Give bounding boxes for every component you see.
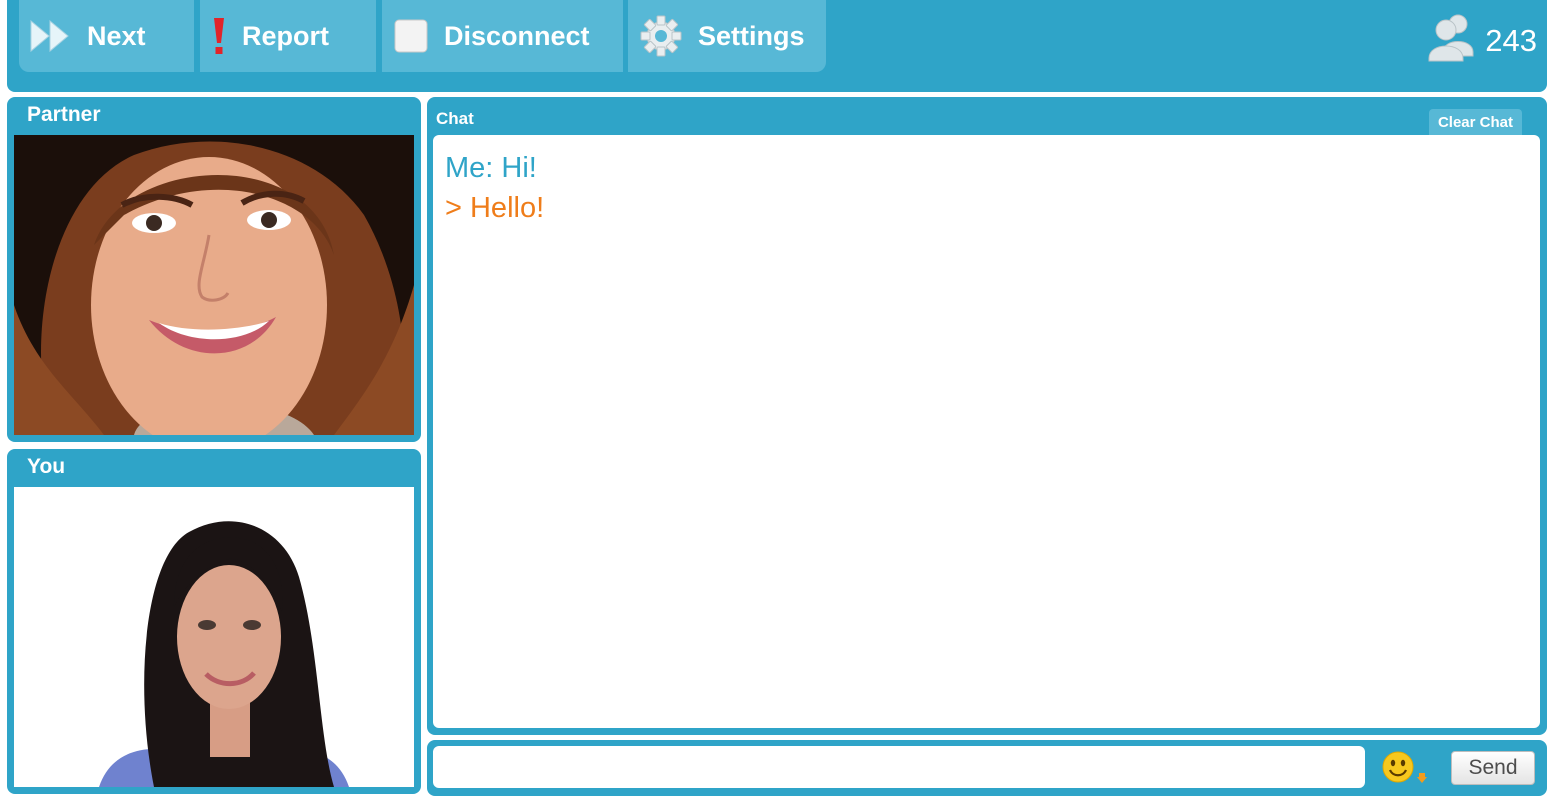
report-button[interactable]: Report [200, 0, 376, 72]
self-face-image [14, 487, 414, 787]
stop-square-icon [394, 19, 428, 53]
next-button[interactable]: Next [19, 0, 194, 72]
partner-face-image [14, 135, 414, 435]
toolbar: Next Report Disconnect Settings 243 [7, 0, 1547, 92]
online-count: 243 [1485, 23, 1537, 58]
chat-log: Me: Hi! > Hello! [433, 135, 1540, 728]
self-video [14, 487, 414, 787]
exclamation-icon [212, 16, 226, 56]
message-bar: Send [427, 740, 1547, 796]
partner-title: Partner [27, 103, 101, 126]
you-panel: You [7, 449, 421, 794]
online-users: 243 [1425, 12, 1537, 70]
partner-panel: Partner [7, 97, 421, 442]
disconnect-label: Disconnect [444, 20, 590, 51]
partner-video [14, 135, 414, 435]
next-label: Next [87, 20, 146, 51]
gear-icon [640, 15, 682, 57]
disconnect-button[interactable]: Disconnect [382, 0, 623, 72]
fast-forward-icon [29, 19, 71, 53]
dropdown-arrow-icon [1416, 771, 1428, 789]
chat-message-partner: > Hello! [445, 192, 545, 224]
clear-chat-button[interactable]: Clear Chat [1428, 109, 1522, 135]
emoji-picker-button[interactable] [1382, 750, 1428, 789]
users-icon [1425, 12, 1477, 70]
chat-message-me: Me: Hi! [445, 152, 537, 184]
smiley-icon [1382, 750, 1416, 789]
report-label: Report [242, 20, 329, 51]
settings-button[interactable]: Settings [628, 0, 826, 72]
you-title: You [27, 455, 66, 478]
chat-panel: Chat Clear Chat Me: Hi! > Hello! [427, 97, 1547, 735]
message-input[interactable] [433, 746, 1365, 788]
chat-title: Chat [436, 109, 474, 128]
settings-label: Settings [698, 20, 805, 51]
send-button[interactable]: Send [1451, 751, 1535, 785]
